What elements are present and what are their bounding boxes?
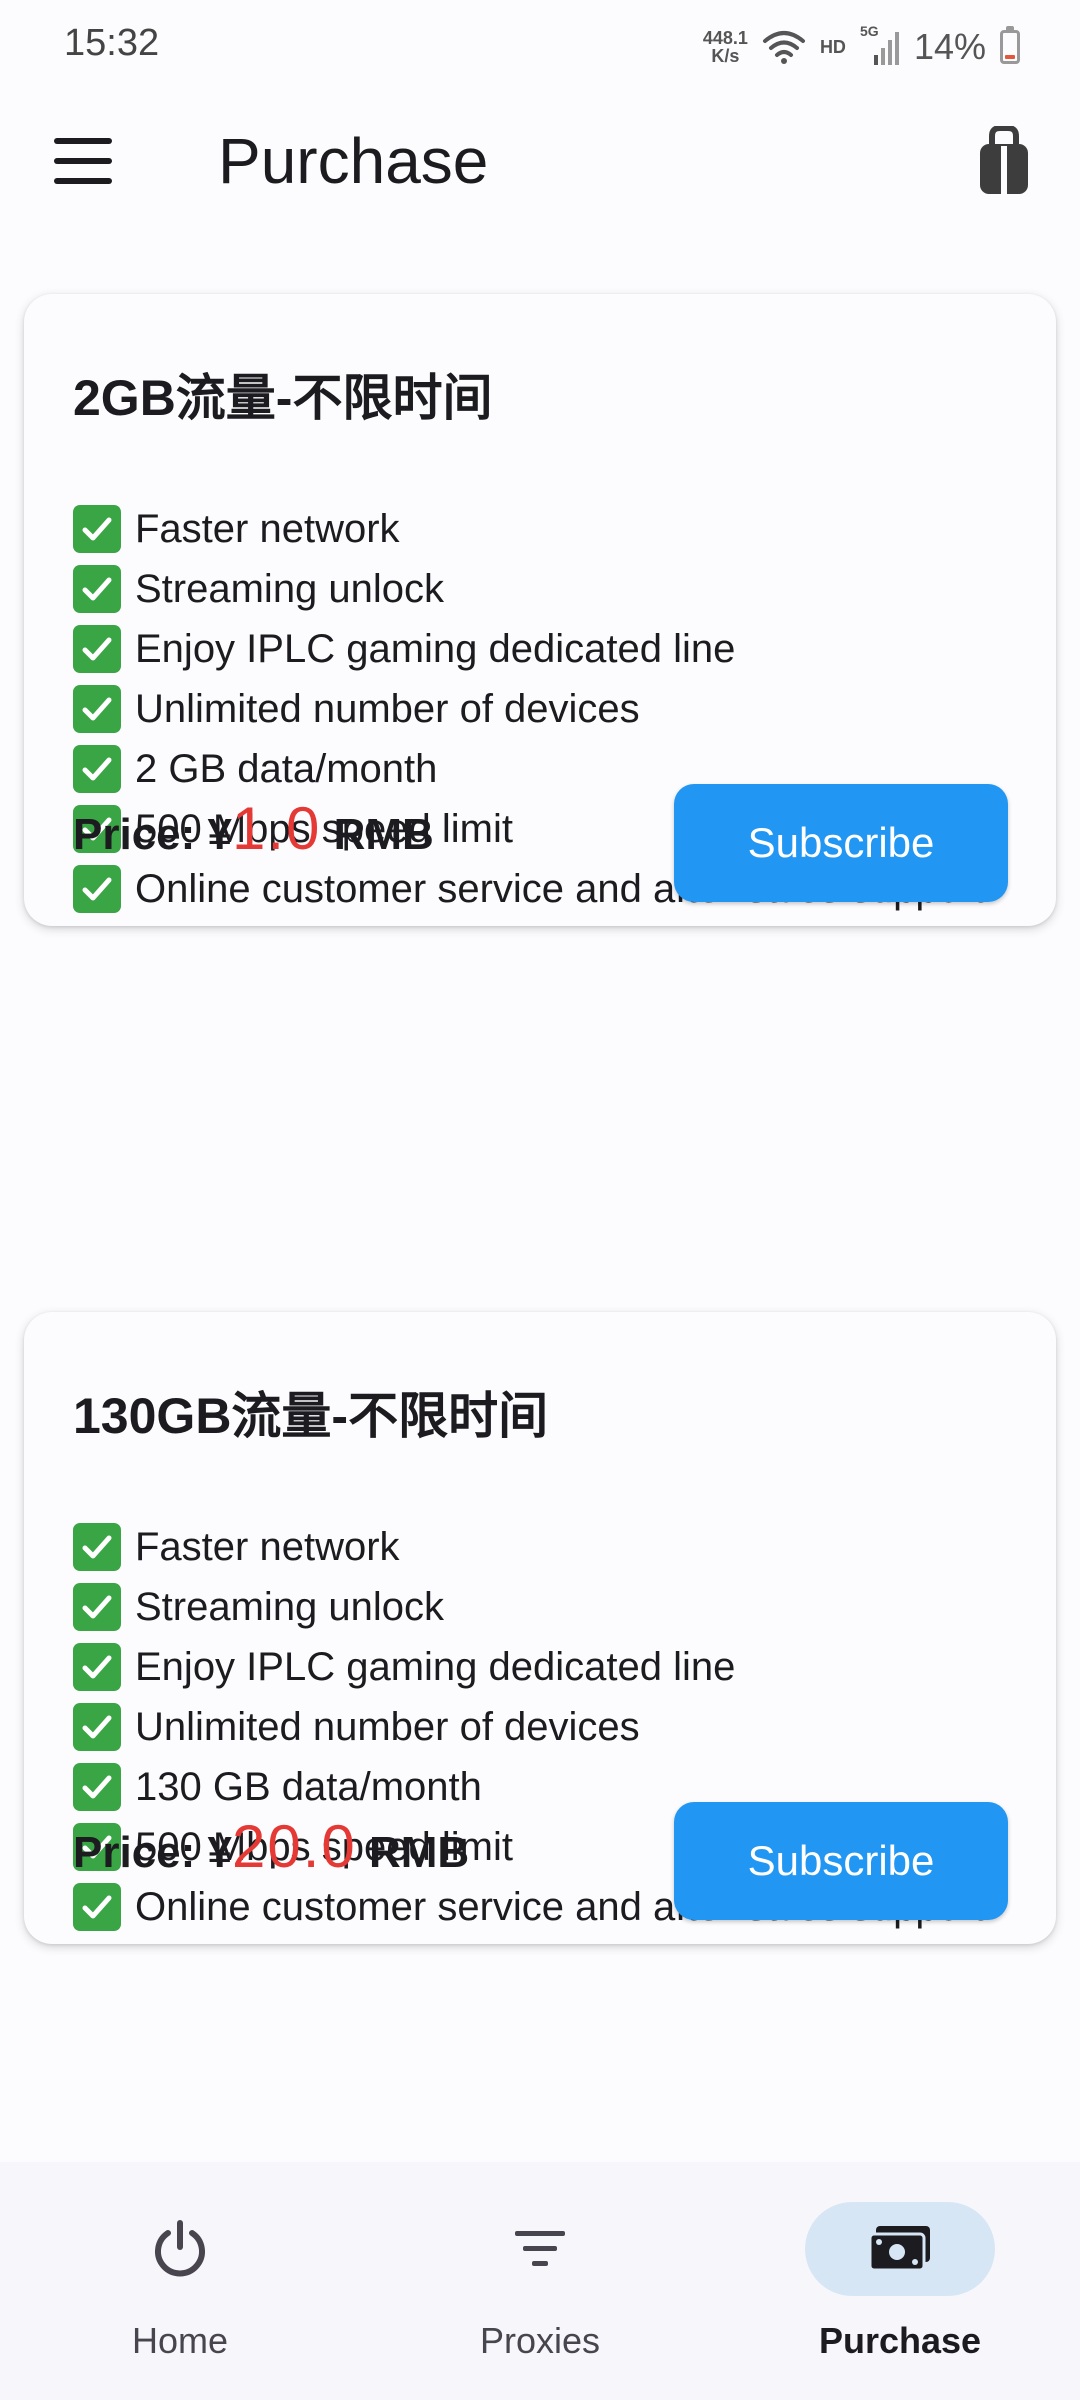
nav-item-proxies[interactable]: Proxies — [390, 2202, 690, 2362]
nav-item-purchase[interactable]: Purchase — [750, 2202, 1050, 2362]
feature-text: Streaming unlock — [135, 567, 445, 611]
feature-text: Faster network — [135, 507, 400, 551]
price-amount: 1.0 — [231, 795, 322, 862]
check-mark-icon — [73, 625, 121, 673]
network-speed: 448.1 K/s — [703, 29, 748, 65]
price-row: Price: ¥20.0 RMB — [73, 1812, 469, 1881]
feature-text: 2 GB data/month — [135, 747, 438, 791]
app-bar: Purchase — [0, 96, 1080, 226]
nav-icon-container — [445, 2202, 635, 2296]
subscribe-button[interactable]: Subscribe — [674, 784, 1008, 902]
shopping-bag-button[interactable] — [974, 125, 1034, 196]
check-mark-icon — [73, 745, 121, 793]
shopping-bag-icon — [980, 125, 1028, 194]
battery-percent: 14% — [913, 26, 986, 67]
nav-icon-container — [85, 2202, 275, 2296]
network-speed-value: 448.1 — [702, 28, 748, 48]
check-mark-icon — [73, 1883, 121, 1931]
hd-label: HD — [819, 36, 846, 57]
power-icon — [155, 2220, 205, 2277]
plan-title: 130GB流量-不限时间 — [73, 1388, 549, 1444]
network-speed-unit: K/s — [711, 46, 740, 66]
price-unit: RMB — [321, 810, 434, 859]
money-icon — [868, 2226, 930, 2272]
check-mark-icon — [73, 1583, 121, 1631]
price-unit: RMB — [356, 1828, 470, 1877]
price-label: Price: ¥ — [73, 1828, 232, 1877]
feature-item: Enjoy IPLC gaming dedicated line — [73, 619, 1003, 679]
nav-label: Proxies — [479, 2320, 601, 2361]
check-mark-icon — [73, 865, 121, 913]
battery-level-fill — [1005, 55, 1015, 59]
nav-item-home[interactable]: Home — [30, 2202, 330, 2362]
nav-icon-container — [805, 2202, 995, 2296]
check-mark-icon — [73, 1703, 121, 1751]
menu-icon — [54, 138, 112, 184]
plan-list[interactable]: 2GB流量-不限时间 Faster network Streaming unlo… — [0, 226, 1080, 2162]
plan-title: 2GB流量-不限时间 — [73, 370, 493, 426]
feature-item: Faster network — [73, 499, 1003, 559]
price-amount: 20.0 — [231, 1813, 357, 1880]
price-label: Price: ¥ — [73, 810, 232, 859]
wifi-icon — [762, 31, 805, 64]
check-mark-icon — [73, 1643, 121, 1691]
check-mark-icon — [73, 685, 121, 733]
status-bar: 15:32 448.1 K/s HD 5G 14% — [0, 0, 1080, 96]
subscribe-button[interactable]: Subscribe — [674, 1802, 1008, 1920]
feature-text: Enjoy IPLC gaming dedicated line — [135, 1645, 736, 1689]
price-row: Price: ¥1.0 RMB — [73, 794, 434, 863]
feature-text: Unlimited number of devices — [135, 1705, 640, 1749]
signal-icon: 5G — [860, 23, 900, 67]
feature-text: Enjoy IPLC gaming dedicated line — [135, 627, 736, 671]
plan-card: 2GB流量-不限时间 Faster network Streaming unlo… — [24, 294, 1056, 926]
feature-text: 130 GB data/month — [135, 1765, 482, 1809]
check-mark-icon — [73, 565, 121, 613]
feature-item: Faster network — [73, 1517, 1003, 1577]
filter-icon — [515, 2231, 565, 2266]
bottom-navigation: Home Proxies Purchase — [0, 2162, 1080, 2400]
feature-text: Faster network — [135, 1525, 400, 1569]
feature-item: Streaming unlock — [73, 1577, 1003, 1637]
status-indicators: 448.1 K/s HD 5G 14% — [703, 22, 1020, 72]
check-mark-icon — [73, 1763, 121, 1811]
feature-text: Streaming unlock — [135, 1585, 445, 1629]
feature-item: Unlimited number of devices — [73, 1697, 1003, 1757]
menu-button[interactable] — [50, 136, 120, 186]
feature-item: Enjoy IPLC gaming dedicated line — [73, 1637, 1003, 1697]
nav-label: Home — [131, 2320, 229, 2361]
feature-item: Unlimited number of devices — [73, 679, 1003, 739]
check-mark-icon — [73, 1523, 121, 1571]
feature-item: Streaming unlock — [73, 559, 1003, 619]
nav-label: Purchase — [818, 2320, 982, 2361]
status-time: 15:32 — [64, 22, 160, 64]
plan-card: 130GB流量-不限时间 Faster network Streaming un… — [24, 1312, 1056, 1944]
feature-text: Unlimited number of devices — [135, 687, 640, 731]
battery-icon — [1000, 26, 1020, 64]
page-title: Purchase — [218, 125, 489, 197]
check-mark-icon — [73, 505, 121, 553]
